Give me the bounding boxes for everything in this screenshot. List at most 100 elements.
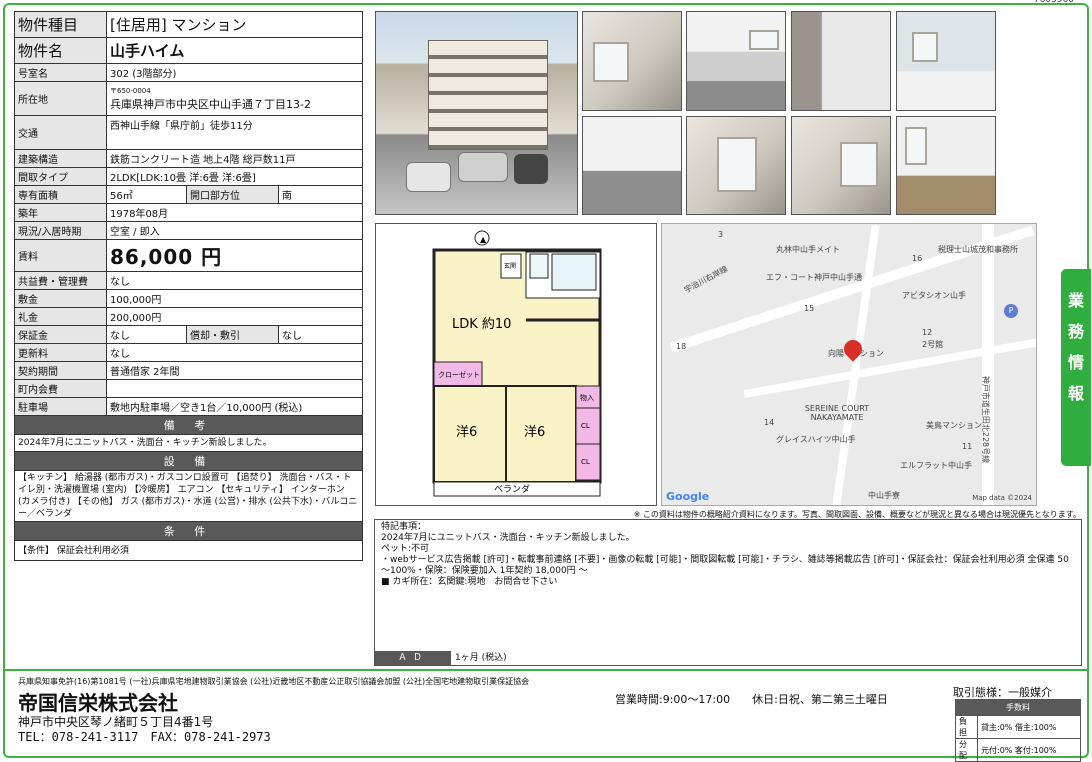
layout-value: 2LDK[LDK:10畳 洋:6畳 洋:6畳] (106, 167, 363, 186)
floor-plan: ▲ LDK 約10 クローゼット 洋6 洋6 物入 CL CL 玄関 ベランダ (375, 223, 657, 506)
structure-value: 鉄筋コンクリート造 地上4階 総戸数11戸 (106, 149, 363, 168)
map-label: 2号館 (922, 340, 944, 349)
genkan-label: 玄関 (504, 262, 516, 270)
conditions-heading: 条 件 (14, 521, 363, 541)
key-money-value: 200,000円 (106, 307, 363, 326)
kitchen-photo (686, 11, 786, 111)
layout-label: 間取タイプ (14, 167, 107, 186)
map-label: 11 (962, 442, 973, 451)
special-notes-box: 特記事項： 2024年7月にユニットバス・洗面台・キッチン新設しました。 ペット… (374, 519, 1082, 666)
map-label: 14 (764, 418, 775, 427)
map-label: 宇治川右岸線 (682, 264, 730, 295)
ad-bar: ＡＤ 1ヶ月 (税込) (374, 651, 1082, 666)
business-info-tab[interactable]: 業務情報 (1061, 269, 1091, 466)
car-shape (406, 162, 451, 192)
property-spec-table: 物件種目 [住居用] マンション 物件名 山手ハイム 号室名 302 (3階部分) 所… (14, 11, 363, 561)
location-map[interactable]: 3 丸林中山手メイト 税理士山城茂和事務所 16 宇治川右岸線 エフ・コート神戸… (661, 223, 1037, 506)
map-label: SEREINE COURT NAKAYAMATE (804, 404, 870, 422)
fee-title: 手数料 (955, 699, 1081, 716)
facilities-text: 【キッチン】 給湯器 (都市ガス)・ガスコンロ設置可 【追焚り】 洗面台・バス・… (14, 470, 363, 522)
toilet-photo (582, 116, 682, 215)
car-shape (514, 154, 548, 184)
map-label: 神戸市道生田北228号線 (981, 375, 991, 464)
type-value: [住居用] マンション (106, 11, 363, 38)
ad-value: 1ヶ月 (税込) (455, 653, 507, 663)
rent-value: 86,000 円 (106, 239, 363, 272)
structure-label: 建築構造 (14, 149, 107, 168)
built-value: 1978年08月 (106, 203, 363, 222)
built-label: 築年 (14, 203, 107, 222)
special-notes-text: 特記事項： 2024年7月にユニットバス・洗面台・キッチン新設しました。 ペット… (381, 522, 1069, 587)
room-label: 号室名 (14, 63, 107, 82)
map-label: エルフラット中山手 (900, 461, 972, 470)
fee-row-value: 元付:0% 客付:100% (977, 738, 1081, 762)
guarantee-label: 保証金 (14, 325, 107, 344)
guarantee-value: なし (106, 325, 187, 344)
amortization-value: なし (278, 325, 363, 344)
map-label: 中山手寮 (868, 491, 900, 500)
contract-value: 普通借家 2年間 (106, 361, 363, 380)
map-label: 税理士山城茂和事務所 (938, 245, 1018, 254)
area-value: 56㎡ (106, 185, 187, 204)
washroom-photo (791, 11, 891, 111)
deposit-value: 100,000円 (106, 289, 363, 308)
storage-label: 物入 (580, 393, 594, 402)
license-text: 兵庫県知事免許(16)第1081号 (一社)兵庫県宅地建物取引業協会 (公社)近… (18, 677, 530, 686)
mgmt-value: なし (106, 271, 363, 290)
traffic-value: 西神山手線「県庁前」徒歩11分 (106, 115, 363, 150)
name-value: 山手ハイム (106, 37, 363, 64)
parking-icon: P (1004, 304, 1018, 318)
map-label: 18 (676, 342, 687, 351)
ldk-photo (896, 116, 996, 215)
closet-label: クローゼット (438, 370, 480, 379)
town-fee-label: 町内会費 (14, 379, 107, 398)
fee-table: 手数料 負担 貸主:0% 借主:100% 分配 元付:0% 客付:100% (955, 699, 1081, 762)
bathroom-photo (896, 11, 996, 111)
opening-label: 開口部方位 (186, 185, 279, 204)
veranda-label: ベランダ (494, 483, 530, 495)
status-value: 空室 / 即入 (106, 221, 363, 240)
status-label: 現況/入居時期 (14, 221, 107, 240)
map-label: 丸林中山手メイト (776, 245, 840, 254)
room2-label: 洋6 (524, 425, 545, 440)
map-label: 3 (718, 230, 724, 239)
town-fee-value (106, 379, 363, 398)
trade-type: 取引態様：一般媒介 (953, 686, 1052, 699)
address-label: 所在地 (14, 81, 107, 116)
fee-row-label: 分配 (955, 738, 978, 762)
room-value: 302 (3階部分) (106, 63, 363, 82)
address-value: 兵庫県神戸市中央区中山手通７丁目13-2 (110, 97, 311, 111)
room1-label: 洋6 (456, 425, 477, 440)
map-label: エフ・コート神戸中山手通 (766, 273, 862, 282)
map-road (982, 224, 994, 505)
map-attribution: Map data ©2024 (972, 494, 1032, 502)
remarks-heading: 備 考 (14, 415, 363, 435)
company-phone: TEL：078-241-3117 FAX：078-241-2973 (18, 730, 271, 744)
mgmt-label: 共益費・管理費 (14, 271, 107, 290)
name-label: 物件名 (14, 37, 107, 64)
document-number: 7605960 (1033, 0, 1074, 5)
company-name: 帝国信栄株式会社 (18, 691, 178, 715)
map-label: 美鳥マンション (926, 421, 982, 430)
traffic-label: 交通 (14, 115, 107, 150)
ldk-label: LDK 約10 (452, 317, 511, 332)
map-label: 15 (804, 304, 815, 313)
svg-text:▲: ▲ (480, 235, 487, 244)
key-money-label: 礼金 (14, 307, 107, 326)
map-label: アビタシオン山手 (902, 291, 966, 300)
building-exterior-photo (375, 11, 578, 215)
map-label: グレイスハイツ中山手 (776, 435, 856, 444)
opening-value: 南 (278, 185, 363, 204)
map-road (832, 224, 880, 505)
renewal-label: 更新料 (14, 343, 107, 362)
zip-code: 〒650-0004 (110, 86, 151, 95)
rent-label: 賃料 (14, 239, 107, 272)
room-photo (686, 116, 786, 215)
remarks-text: 2024年7月にユニットバス・洗面台・キッチン新設しました。 (14, 434, 363, 452)
footer: 兵庫県知事免許(16)第1081号 (一社)兵庫県宅地建物取引業協会 (公社)近… (3, 669, 1089, 762)
area-label: 専有面積 (14, 185, 107, 204)
fee-row-label: 負担 (955, 715, 978, 739)
interior-photo (582, 11, 682, 111)
map-label: 16 (912, 254, 923, 263)
building-shape (428, 40, 548, 150)
